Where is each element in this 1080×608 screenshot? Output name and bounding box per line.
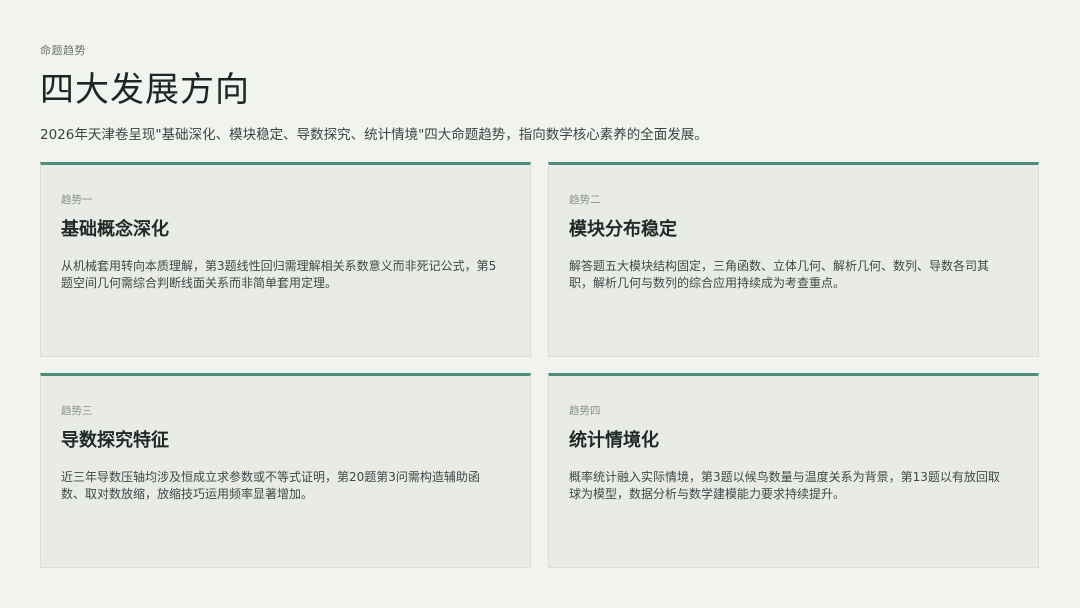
trend-card-tag: 趋势三 xyxy=(61,405,93,417)
trend-card-1: 趋势一 基础概念深化 从机械套用转向本质理解，第3题线性回归需理解相关系数意义而… xyxy=(40,162,531,357)
trend-card-title: 模块分布稳定 xyxy=(569,219,677,240)
trend-card-tag: 趋势一 xyxy=(61,194,93,206)
trend-card-4: 趋势四 统计情境化 概率统计融入实际情境，第3题以候鸟数量与温度关系为背景，第1… xyxy=(548,373,1039,568)
trend-card-2: 趋势二 模块分布稳定 解答题五大模块结构固定，三角函数、立体几何、解析几何、数列… xyxy=(548,162,1039,357)
trend-card-grid: 趋势一 基础概念深化 从机械套用转向本质理解，第3题线性回归需理解相关系数意义而… xyxy=(40,162,1040,568)
trend-card-title: 导数探究特征 xyxy=(61,430,169,451)
trend-card-3: 趋势三 导数探究特征 近三年导数压轴均涉及恒成立求参数或不等式证明，第20题第3… xyxy=(40,373,531,568)
trend-card-tag: 趋势四 xyxy=(569,405,601,417)
trend-card-body: 概率统计融入实际情境，第3题以候鸟数量与温度关系为背景，第13题以有放回取球为模… xyxy=(569,470,1000,501)
trend-card-tag: 趋势二 xyxy=(569,194,601,206)
trend-card-body: 从机械套用转向本质理解，第3题线性回归需理解相关系数意义而非死记公式，第5题空间… xyxy=(61,259,497,290)
trend-card-body: 近三年导数压轴均涉及恒成立求参数或不等式证明，第20题第3问需构造辅助函数、取对… xyxy=(61,470,480,501)
trend-card-title: 统计情境化 xyxy=(569,430,659,451)
page-subtitle: 2026年天津卷呈现"基础深化、模块稳定、导数探究、统计情境"四大命题趋势，指向… xyxy=(40,127,708,143)
trend-card-body: 解答题五大模块结构固定，三角函数、立体几何、解析几何、数列、导数各司其职，解析几… xyxy=(569,259,990,290)
trend-card-title: 基础概念深化 xyxy=(61,219,169,240)
page-title: 四大发展方向 xyxy=(40,70,250,110)
eyebrow-label: 命题趋势 xyxy=(40,44,86,57)
